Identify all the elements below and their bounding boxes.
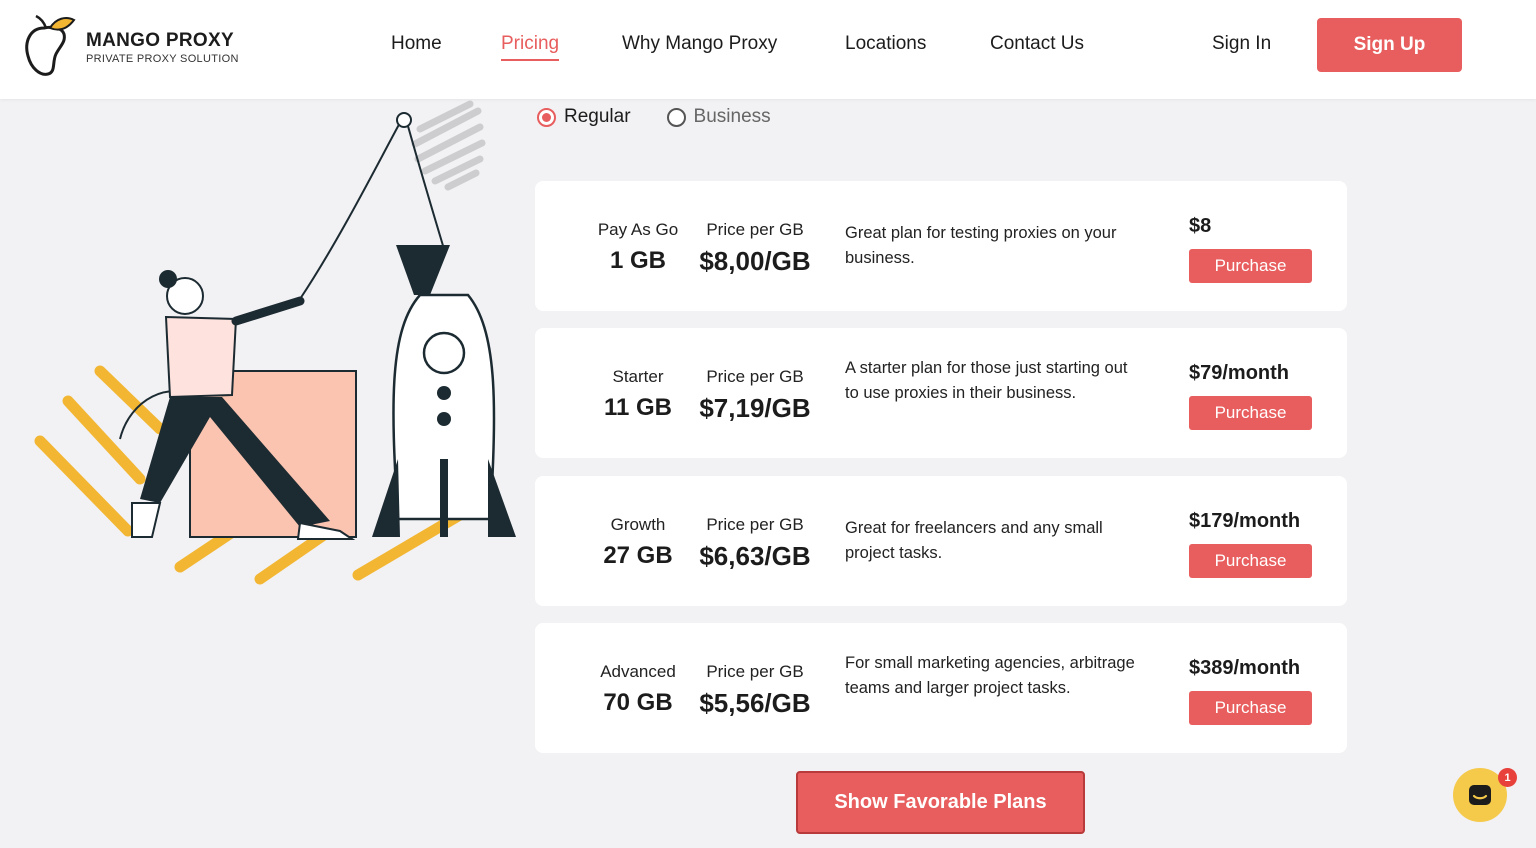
- plan-description: For small marketing agencies, arbitrage …: [845, 654, 1135, 697]
- plan-card-advanced: Advanced 70 GB Price per GB $5,56/GB For…: [535, 623, 1347, 753]
- plan-card-pay-as-go: Pay As Go 1 GB Price per GB $8,00/GB Gre…: [535, 181, 1347, 311]
- mango-logo-icon: [25, 14, 76, 76]
- show-favorable-plans-button[interactable]: Show Favorable Plans: [796, 771, 1085, 834]
- nav-pricing[interactable]: Pricing: [501, 33, 560, 61]
- site-header: MANGO PROXY PRIVATE PROXY SOLUTION Home …: [0, 0, 1536, 99]
- plan-name: Pay As Go: [597, 220, 679, 239]
- plan-name: Starter: [612, 367, 664, 386]
- plan-description: A starter plan for those just starting o…: [845, 359, 1128, 402]
- plan-description: Great for freelancers and any small proj…: [845, 519, 1103, 562]
- nav-locations[interactable]: Locations: [845, 33, 926, 55]
- price-per-gb: $6,63/GB: [699, 541, 811, 571]
- price-label: Price per GB: [706, 662, 804, 681]
- plan-description: Great plan for testing proxies on your b…: [845, 224, 1117, 267]
- nav-home[interactable]: Home: [391, 33, 442, 55]
- price-per-gb: $5,56/GB: [699, 688, 811, 718]
- rocket-illustration: [34, 100, 516, 585]
- plan-gb: 27 GB: [603, 542, 673, 569]
- purchase-button[interactable]: Purchase: [1189, 544, 1312, 578]
- radio-checked-icon: [537, 107, 556, 127]
- price-label: Price per GB: [706, 367, 804, 386]
- notification-badge: 1: [1498, 768, 1517, 787]
- plan-card-starter: Starter 11 GB Price per GB $7,19/GB A st…: [535, 328, 1347, 458]
- plan-name: Advanced: [600, 662, 676, 681]
- radio-regular-label: Regular: [564, 106, 631, 127]
- plan-card-growth: Growth 27 GB Price per GB $6,63/GB Great…: [535, 476, 1347, 606]
- price-per-gb: $8,00/GB: [699, 246, 811, 276]
- radio-unchecked-icon: [666, 107, 686, 127]
- price-label: Price per GB: [706, 515, 804, 534]
- price-label: Price per GB: [706, 220, 804, 239]
- plan-gb: 70 GB: [603, 689, 673, 716]
- purchase-button[interactable]: Purchase: [1189, 691, 1312, 725]
- radio-business-label: Business: [693, 106, 771, 127]
- plan-cost: $8: [1189, 215, 1212, 237]
- nav-why-mango-proxy[interactable]: Why Mango Proxy: [622, 33, 777, 55]
- plan-type-toggle: Regular Business: [537, 106, 807, 128]
- nav-contact-us[interactable]: Contact Us: [990, 33, 1084, 55]
- chat-icon: [1469, 785, 1491, 805]
- plan-cost: $179/month: [1189, 510, 1301, 532]
- sign-in-link[interactable]: Sign In: [1212, 33, 1271, 55]
- plan-name: Growth: [610, 515, 666, 534]
- purchase-button[interactable]: Purchase: [1189, 396, 1312, 430]
- plan-gb: 11 GB: [603, 394, 673, 421]
- brand-title: MANGO PROXY: [86, 29, 234, 51]
- sign-up-button[interactable]: Sign Up: [1317, 18, 1462, 72]
- brand-subtitle: PRIVATE PROXY SOLUTION: [86, 52, 239, 65]
- radio-business[interactable]: Business: [666, 106, 771, 128]
- price-per-gb: $7,19/GB: [699, 393, 811, 423]
- plan-gb: 1 GB: [609, 247, 666, 274]
- radio-regular[interactable]: Regular: [537, 106, 631, 128]
- logo[interactable]: MANGO PROXY PRIVATE PROXY SOLUTION: [22, 14, 239, 80]
- purchase-button[interactable]: Purchase: [1189, 249, 1312, 283]
- plan-cost: $389/month: [1189, 657, 1301, 679]
- plan-cost: $79/month: [1189, 362, 1290, 384]
